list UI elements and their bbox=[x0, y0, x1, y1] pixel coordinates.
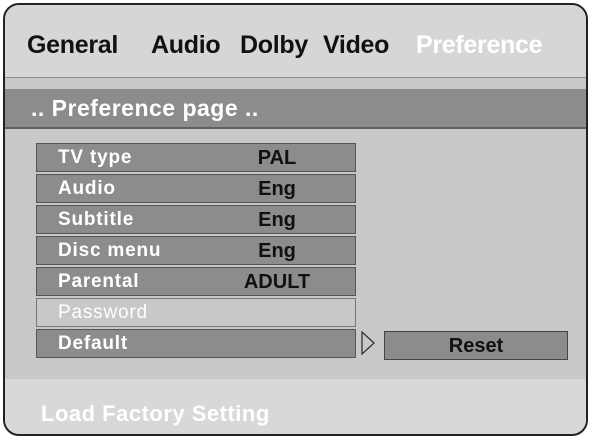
triangle-right-icon bbox=[361, 331, 375, 355]
osd-window: General Audio Dolby Video Preference .. … bbox=[3, 3, 588, 436]
menu-item-value: Eng bbox=[258, 240, 296, 262]
menu-item-label: Default bbox=[58, 333, 128, 354]
menu-item-value: Eng bbox=[258, 178, 296, 200]
menu-item-audio[interactable]: Audio Eng bbox=[36, 174, 356, 203]
reset-button[interactable]: Reset bbox=[384, 331, 568, 360]
tab-general[interactable]: General bbox=[27, 31, 118, 60]
menu-item-label: Audio bbox=[58, 178, 116, 199]
menu-item-disc-menu[interactable]: Disc menu Eng bbox=[36, 236, 356, 265]
menu-item-subtitle[interactable]: Subtitle Eng bbox=[36, 205, 356, 234]
tab-video[interactable]: Video bbox=[323, 31, 389, 60]
tab-bar: General Audio Dolby Video Preference bbox=[5, 5, 586, 78]
page-title-bar: .. Preference page .. bbox=[5, 89, 586, 129]
tab-audio[interactable]: Audio bbox=[151, 31, 221, 60]
status-text: Load Factory Setting bbox=[41, 401, 270, 426]
menu-item-label: TV type bbox=[58, 147, 133, 168]
menu-item-label: Disc menu bbox=[58, 240, 162, 261]
menu-item-value: ADULT bbox=[243, 271, 311, 293]
menu-item-label: Subtitle bbox=[58, 209, 135, 230]
tab-dolby[interactable]: Dolby bbox=[240, 31, 308, 60]
menu-panel: TV type PAL Audio Eng Subtitle Eng Disc … bbox=[5, 129, 586, 379]
status-bar: Load Factory Setting bbox=[5, 379, 586, 434]
tab-preference[interactable]: Preference bbox=[416, 31, 543, 60]
menu-item-label: Password bbox=[58, 302, 148, 323]
page-title: .. Preference page .. bbox=[31, 95, 259, 121]
reset-button-label: Reset bbox=[448, 335, 504, 357]
menu-item-parental[interactable]: Parental ADULT bbox=[36, 267, 356, 296]
menu-item-label: Parental bbox=[58, 271, 140, 292]
menu-item-value: PAL bbox=[257, 147, 297, 169]
menu-item-tv-type[interactable]: TV type PAL bbox=[36, 143, 356, 172]
menu-item-value: Eng bbox=[258, 209, 296, 231]
menu-item-default[interactable]: Default bbox=[36, 329, 356, 358]
menu-item-password: Password bbox=[36, 298, 356, 327]
